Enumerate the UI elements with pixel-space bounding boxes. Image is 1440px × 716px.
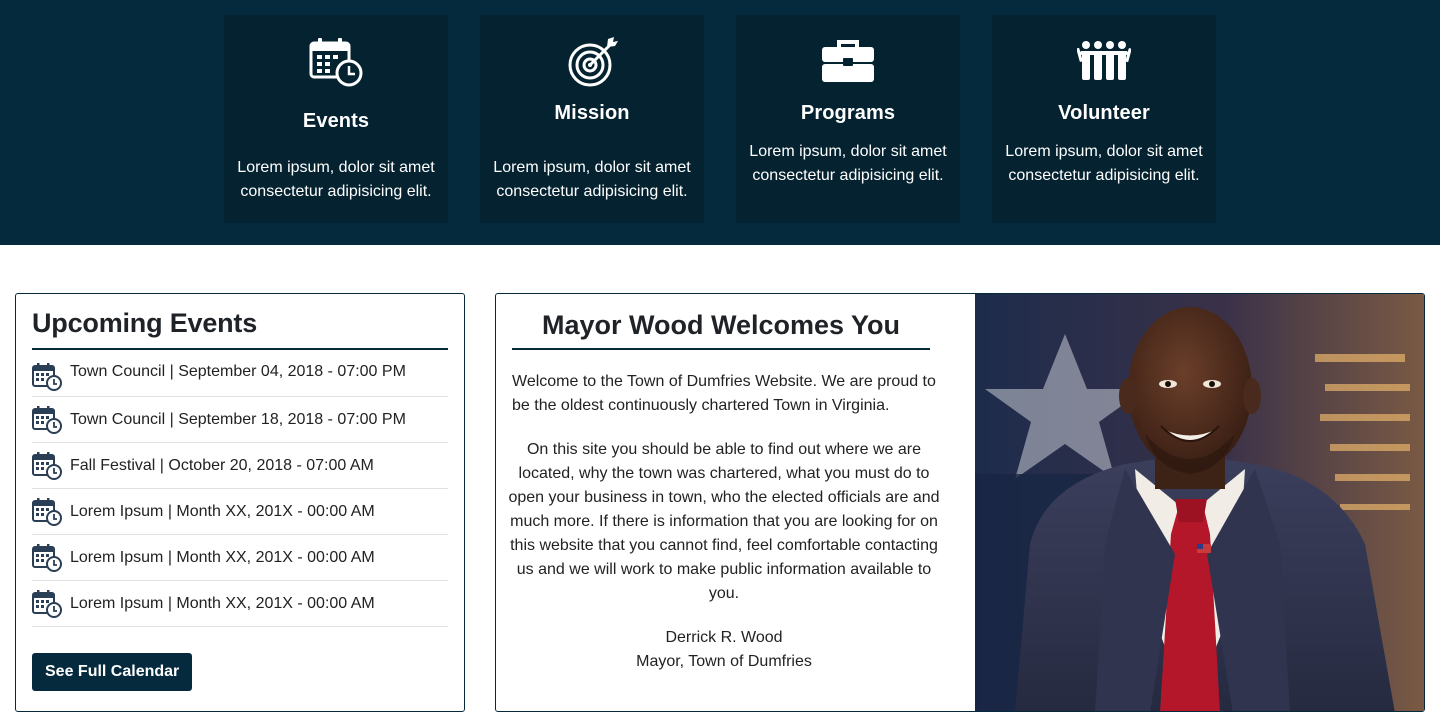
signature-name: Derrick R. Wood bbox=[665, 629, 783, 646]
welcome-paragraph: Welcome to the Town of Dumfries Website.… bbox=[512, 373, 936, 414]
event-label: Fall Festival | October 20, 2018 - 07:00… bbox=[70, 456, 374, 474]
event-item[interactable]: Lorem Ipsum | Month XX, 201X - 00:00 AM bbox=[32, 535, 448, 581]
event-item[interactable]: Fall Festival | October 20, 2018 - 07:00… bbox=[32, 443, 448, 489]
mayor-photo bbox=[975, 294, 1424, 711]
upcoming-events-panel: Upcoming Events Town Council | September… bbox=[15, 293, 465, 712]
event-item[interactable]: Lorem Ipsum | Month XX, 201X - 00:00 AM bbox=[32, 489, 448, 535]
title-divider bbox=[512, 348, 930, 350]
feature-desc: Lorem ipsum, dolor sit amet consectetur … bbox=[1005, 143, 1203, 184]
welcome-title: Mayor Wood Welcomes You bbox=[541, 310, 901, 340]
target-icon bbox=[480, 35, 704, 89]
calendar-clock-icon bbox=[32, 405, 62, 434]
event-label: Town Council | September 18, 2018 - 07:0… bbox=[70, 410, 406, 428]
event-label: Town Council | September 04, 2018 - 07:0… bbox=[70, 363, 406, 380]
welcome-paragraph: On this site you should be able to find … bbox=[508, 441, 940, 602]
calendar-clock-icon bbox=[32, 497, 62, 526]
mayor-welcome-panel: Mayor Wood Welcomes You Welcome to the T… bbox=[495, 293, 1425, 712]
feature-title: Events bbox=[302, 110, 370, 132]
feature-desc: Lorem ipsum, dolor sit amet consectetur … bbox=[493, 159, 691, 200]
feature-title: Volunteer bbox=[1058, 102, 1150, 124]
upcoming-events-title: Upcoming Events bbox=[32, 308, 258, 338]
calendar-clock-icon bbox=[32, 543, 62, 572]
feature-card-volunteer[interactable]: Volunteer Lorem ipsum, dolor sit amet co… bbox=[992, 15, 1216, 223]
signature-title: Mayor, Town of Dumfries bbox=[636, 653, 812, 670]
feature-card-events[interactable]: Events Lorem ipsum, dolor sit amet conse… bbox=[224, 15, 448, 223]
title-divider bbox=[32, 348, 448, 350]
event-label: Lorem Ipsum | Month XX, 201X - 00:00 AM bbox=[70, 548, 375, 566]
event-label: Lorem Ipsum | Month XX, 201X - 00:00 AM bbox=[70, 502, 375, 520]
feature-desc: Lorem ipsum, dolor sit amet consectetur … bbox=[237, 159, 435, 200]
event-label: Lorem Ipsum | Month XX, 201X - 00:00 AM bbox=[70, 594, 375, 612]
calendar-clock-icon bbox=[32, 451, 62, 480]
event-item[interactable]: Lorem Ipsum | Month XX, 201X - 00:00 AM bbox=[32, 581, 448, 627]
feature-desc: Lorem ipsum, dolor sit amet consectetur … bbox=[749, 143, 947, 184]
calendar-clock-icon bbox=[32, 589, 62, 618]
see-full-calendar-button[interactable]: See Full Calendar bbox=[32, 653, 193, 691]
event-item[interactable]: Town Council | September 04, 2018 - 07:0… bbox=[32, 357, 448, 397]
briefcase-icon bbox=[736, 39, 960, 83]
feature-card-programs[interactable]: Programs Lorem ipsum, dolor sit amet con… bbox=[736, 15, 960, 223]
feature-title: Programs bbox=[800, 102, 896, 124]
calendar-clock-icon bbox=[32, 363, 62, 391]
features-band: Events Lorem ipsum, dolor sit amet conse… bbox=[0, 0, 1440, 245]
events-list: Town Council | September 04, 2018 - 07:0… bbox=[32, 357, 448, 627]
welcome-text: Welcome to the Town of Dumfries Website.… bbox=[508, 370, 940, 674]
event-item[interactable]: Town Council | September 18, 2018 - 07:0… bbox=[32, 397, 448, 443]
people-raising-hands-icon bbox=[992, 40, 1216, 82]
feature-card-mission[interactable]: Mission Lorem ipsum, dolor sit amet cons… bbox=[480, 15, 704, 223]
calendar-clock-icon bbox=[224, 37, 448, 87]
feature-title: Mission bbox=[554, 102, 630, 124]
